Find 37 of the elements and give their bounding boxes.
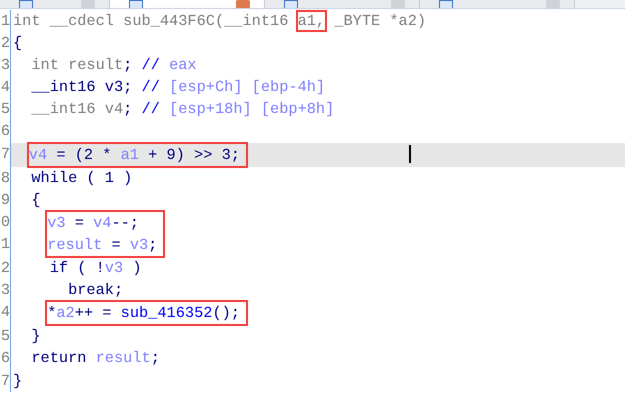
text-cursor xyxy=(409,144,411,163)
line-number: 7 xyxy=(0,144,10,165)
line-number: 6 xyxy=(0,121,10,142)
line-number: 2 xyxy=(0,258,10,280)
line-number: 2 xyxy=(0,33,10,54)
line-number: 3 xyxy=(0,280,10,302)
editor-tab[interactable] xyxy=(265,0,420,8)
code-line: } xyxy=(13,370,24,392)
code-line: int result; // eax xyxy=(30,55,198,76)
line-number: 5 xyxy=(0,99,10,120)
line-number: 0 xyxy=(0,212,10,233)
code-line: { xyxy=(13,33,24,54)
code-line: return result; xyxy=(30,348,161,370)
code-line: v3 = v4--; xyxy=(47,212,140,234)
line-number: 4 xyxy=(0,302,10,324)
code-line: *a2++ = sub_416352(); xyxy=(47,303,241,324)
editor-tab[interactable] xyxy=(0,0,110,8)
code-line: result = v3; xyxy=(47,234,158,256)
code-line: if ( !v3 ) xyxy=(48,258,143,280)
code-line: while ( 1 ) xyxy=(30,168,134,189)
line-number: 6 xyxy=(0,348,10,370)
code-line: int __cdecl sub_443F6C(__int16 a1, _BYTE *a2) xyxy=(13,11,428,32)
code-line: { xyxy=(30,190,42,211)
line-number: 8 xyxy=(0,168,10,189)
line-number: 1 xyxy=(0,234,10,255)
line-number: 1 xyxy=(0,11,10,32)
code-line: break; xyxy=(67,280,124,302)
line-number: 3 xyxy=(0,55,10,76)
line-number: 9 xyxy=(0,190,10,211)
line-number: 7 xyxy=(0,370,10,392)
line-number: 5 xyxy=(0,326,10,348)
editor-tab[interactable] xyxy=(420,0,575,8)
editor-tab[interactable] xyxy=(110,0,265,8)
line-number: 4 xyxy=(0,77,10,98)
code-line: } xyxy=(30,326,42,348)
code-line: __int16 v4; // [esp+18h] [ebp+8h] xyxy=(30,99,336,120)
code-line: __int16 v3; // [esp+Ch] [ebp-4h] xyxy=(30,77,326,98)
